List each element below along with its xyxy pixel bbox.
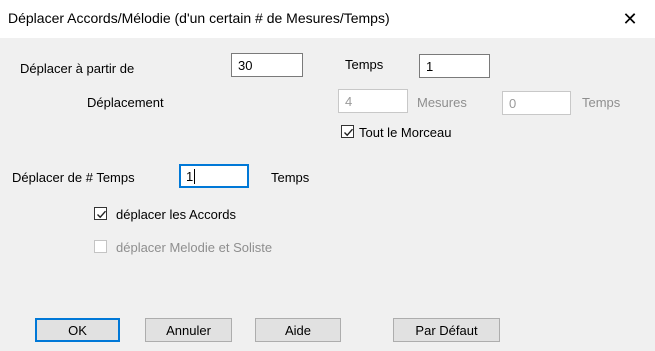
- displacement-beats-input[interactable]: 0: [502, 91, 571, 115]
- move-melody-label: déplacer Melodie et Soliste: [116, 240, 273, 255]
- move-melody-checkbox[interactable]: [94, 240, 107, 253]
- displacement-measures-input[interactable]: 4: [338, 89, 408, 113]
- cancel-button[interactable]: Annuler: [145, 318, 232, 342]
- shift-beats-label: Déplacer de # Temps: [12, 170, 135, 185]
- start-from-label: Déplacer à partir de: [20, 61, 135, 76]
- text-caret: [194, 169, 196, 184]
- start-measure-input[interactable]: 30: [231, 53, 303, 77]
- default-button[interactable]: Par Défaut: [393, 318, 500, 342]
- title-bar: Déplacer Accords/Mélodie (d'un certain #…: [0, 0, 655, 38]
- close-icon[interactable]: ✕: [613, 4, 647, 34]
- shift-beats-unit-label: Temps: [271, 170, 310, 185]
- checkmark-icon: [97, 210, 107, 219]
- displacement-measures-label: Mesures: [417, 95, 467, 110]
- displacement-label: Déplacement: [87, 95, 164, 110]
- ok-button[interactable]: OK: [35, 318, 120, 342]
- whole-song-checkbox[interactable]: [341, 125, 354, 138]
- move-chords-label[interactable]: déplacer les Accords: [116, 207, 236, 222]
- shift-beats-value: 1: [186, 169, 194, 184]
- checkmark-icon: [344, 128, 354, 137]
- start-beat-input[interactable]: 1: [419, 54, 490, 78]
- help-button[interactable]: Aide: [255, 318, 341, 342]
- dialog-title: Déplacer Accords/Mélodie (d'un certain #…: [8, 10, 390, 26]
- shift-beats-input[interactable]: 1: [179, 164, 249, 188]
- move-chords-checkbox[interactable]: [94, 207, 107, 220]
- displacement-beats-label: Temps: [582, 95, 621, 110]
- start-beat-label: Temps: [345, 57, 384, 72]
- whole-song-label[interactable]: Tout le Morceau: [359, 125, 452, 140]
